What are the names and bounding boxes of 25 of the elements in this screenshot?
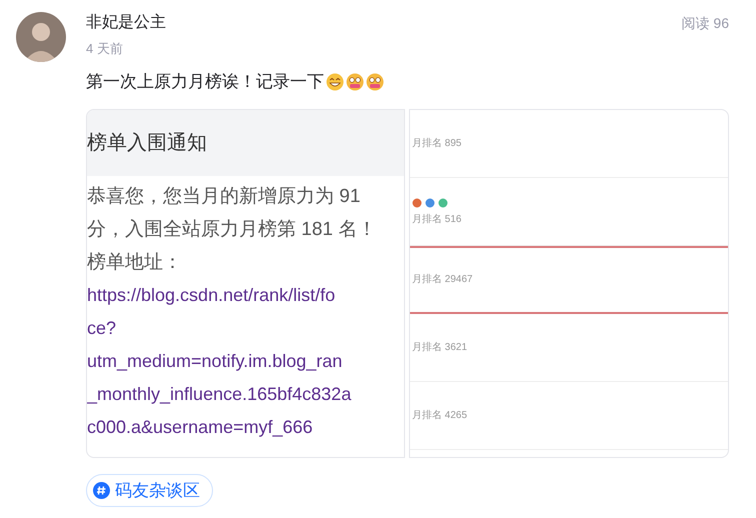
money-eyes-emoji-icon [366,73,384,91]
link-text[interactable]: _monthly_influence.165bf4c832a [87,378,404,411]
rank-text: 月排名 895 [412,138,462,150]
link-text[interactable]: c000.a&username=myf_666 [87,411,404,444]
grin-emoji-icon [326,73,344,91]
read-count: 阅读 96 [682,14,729,33]
notification-title: 榜单入围通知 [87,131,207,156]
notification-text: 分，入围全站原力月榜第 181 名！ [87,218,378,242]
link-text[interactable]: utm_medium=notify.im.blog_ran [87,345,404,378]
link-text[interactable]: ce? [87,312,404,345]
post-time: 4 天前 [86,40,124,58]
rank-text: 月排名 4265 [412,410,468,422]
notification-text: 恭喜您，您当月的新增原力为 91 [87,185,362,209]
money-eyes-emoji-icon [346,73,364,91]
topic-tag[interactable]: 码友杂谈区 [86,474,213,507]
link-text[interactable]: https://blog.csdn.net/rank/list/fo [87,279,404,312]
author-name[interactable]: 非妃是公主 [86,12,166,34]
notification-text: 榜单地址： [87,251,183,275]
rank-text: 月排名 3621 [412,342,468,354]
rank-text: 月排名 29467 [412,274,474,286]
badge-icons-drawing [412,198,448,208]
avatar[interactable] [16,12,66,62]
rank-text: 月排名 516 [412,214,462,226]
hashtag-icon [93,482,110,499]
post-text: 第一次上原力月榜诶！记录一下 [86,71,324,93]
